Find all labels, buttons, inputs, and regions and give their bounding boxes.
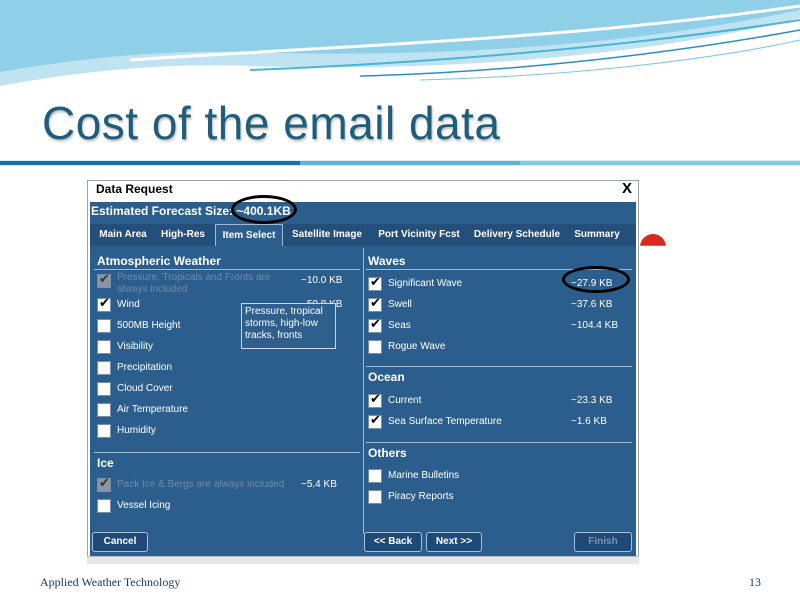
checkbox [97,476,111,492]
option-seas[interactable]: Seas ~104.4 KB [368,317,628,335]
option-pack-ice-bergs: Pack Ice & Bergs are always included ~5.… [97,476,357,494]
header-wave-decoration [0,0,800,96]
checkbox[interactable] [368,275,382,291]
checkbox[interactable] [368,317,382,333]
checkbox[interactable] [368,392,382,408]
checkbox[interactable] [97,340,111,354]
tab-bar: Main Area High-Res Item Select Satellite… [90,224,636,246]
tab-summary[interactable]: Summary [572,224,622,246]
close-icon[interactable]: X [622,180,632,197]
back-button[interactable]: << Back [364,532,422,552]
checkbox[interactable] [97,424,111,438]
dialog-title: Data Request [96,182,173,196]
option-sea-surface-temperature[interactable]: Sea Surface Temperature ~1.6 KB [368,413,628,431]
option-humidity[interactable]: Humidity [97,424,297,440]
tab-delivery-schedule[interactable]: Delivery Schedule [471,224,563,246]
finish-button: Finish [574,532,632,552]
option-piracy-reports[interactable]: Piracy Reports [368,490,568,506]
option-swell[interactable]: Swell ~37.6 KB [368,296,628,314]
checkbox[interactable] [97,382,111,396]
option-current[interactable]: Current ~23.3 KB [368,392,628,410]
tab-high-res[interactable]: High-Res [156,224,210,246]
section-waves: Waves [368,254,406,268]
tooltip: Pressure, tropical storms, high-low trac… [241,303,336,349]
option-marine-bulletins[interactable]: Marine Bulletins [368,469,568,485]
section-others: Others [368,446,407,460]
checkbox[interactable] [368,469,382,483]
footer-company: Applied Weather Technology [40,575,181,589]
slide-title: Cost of the email data [42,97,501,149]
option-vessel-icing[interactable]: Vessel Icing [97,499,297,515]
tab-satellite-image[interactable]: Satellite Image [288,224,366,246]
title-underline-decoration [0,160,800,166]
footer-page-number: 13 [749,575,761,589]
option-pressure-tropicals-fronts: Pressure, Tropicals and Fronts are alway… [97,272,357,295]
data-request-dialog: Data Request X Estimated Forecast Size: … [87,180,639,564]
checkbox[interactable] [97,296,111,312]
tab-item-select[interactable]: Item Select [215,224,283,246]
checkbox[interactable] [368,296,382,312]
section-atmospheric-weather: Atmospheric Weather [97,254,221,268]
dialog-bottom-strip [87,556,639,564]
dialog-body: Estimated Forecast Size: ~400.1KB Main A… [90,202,636,563]
checkbox [97,272,111,288]
checkbox[interactable] [97,403,111,417]
option-precipitation[interactable]: Precipitation [97,361,297,377]
red-shape-decoration [640,234,666,246]
dialog-titlebar: Data Request X [88,180,638,201]
checkbox[interactable] [97,499,111,513]
section-ice: Ice [97,456,114,470]
checkbox[interactable] [97,361,111,375]
option-cloud-cover[interactable]: Cloud Cover [97,382,297,398]
estimated-size-label: Estimated Forecast Size: [91,204,234,218]
option-rogue-wave[interactable]: Rogue Wave [368,340,568,356]
tab-port-vicinity-fcst[interactable]: Port Vicinity Fcst [375,224,463,246]
highlight-ring-estimated-size [231,195,297,224]
highlight-ring-significant-wave [562,266,630,293]
next-button[interactable]: Next >> [426,532,482,552]
checkbox[interactable] [368,340,382,354]
checkbox[interactable] [368,413,382,429]
checkbox[interactable] [368,490,382,504]
tab-main-area[interactable]: Main Area [94,224,152,246]
option-air-temperature[interactable]: Air Temperature [97,403,297,419]
section-ocean: Ocean [368,370,405,384]
cancel-button[interactable]: Cancel [92,532,148,552]
checkbox[interactable] [97,319,111,333]
